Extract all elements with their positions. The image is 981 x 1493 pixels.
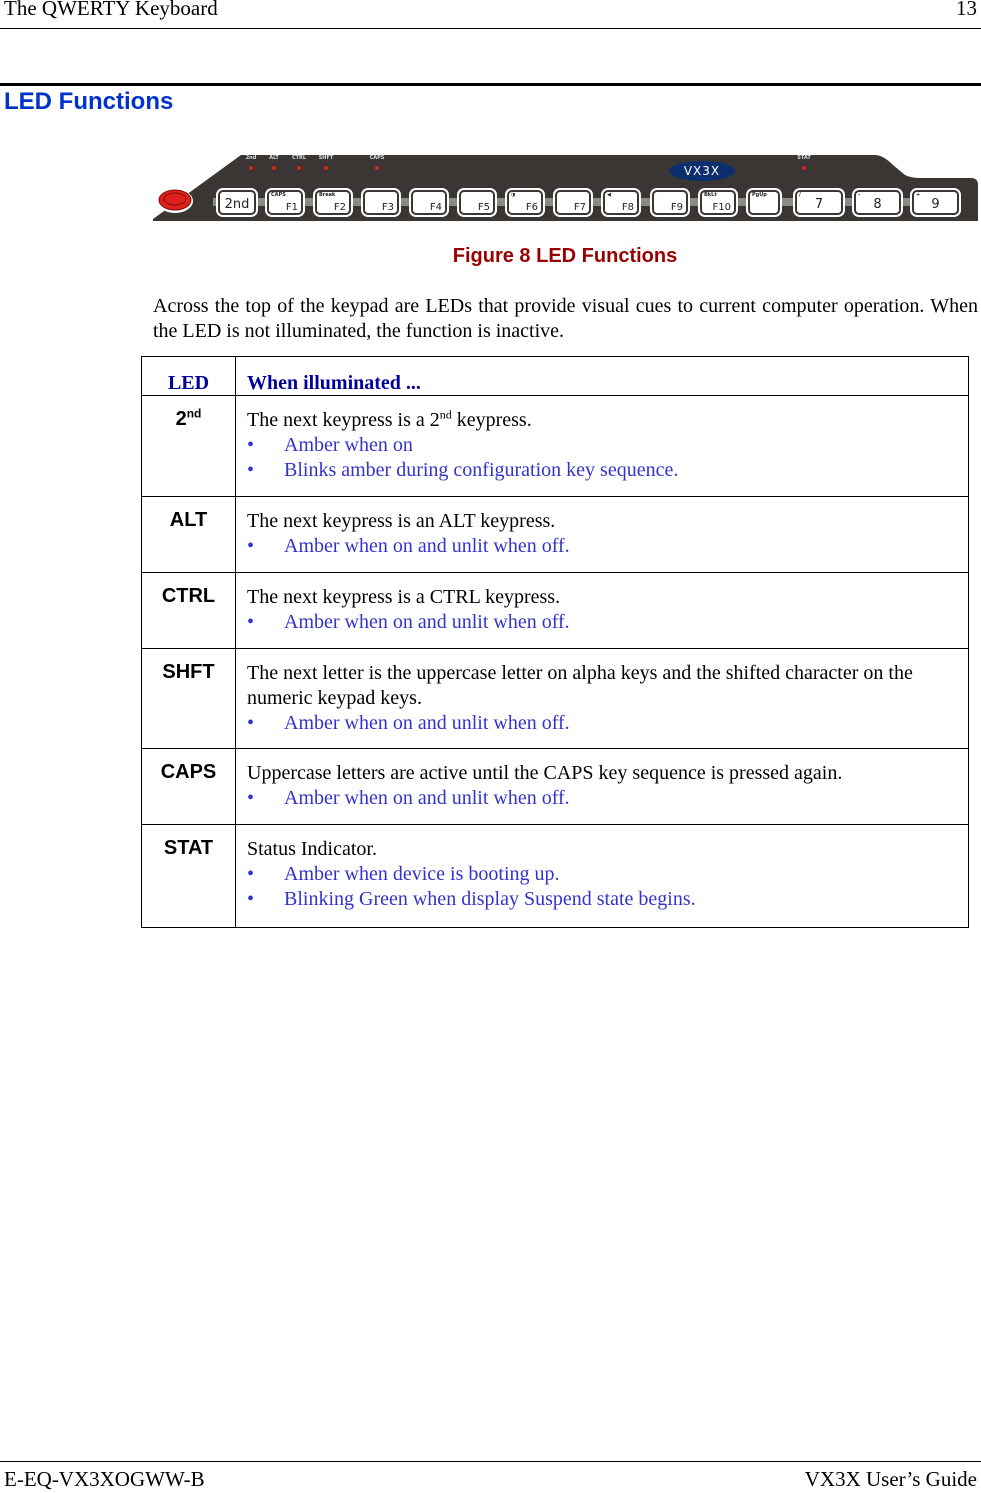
column-header-when-illuminated: When illuminated ... bbox=[235, 356, 969, 396]
led-label-2nd: 2nd bbox=[245, 155, 257, 161]
led-name: SHFT bbox=[141, 648, 236, 749]
header-divider bbox=[0, 28, 981, 29]
key-14: -8 bbox=[854, 190, 901, 215]
key-3: Break F2 bbox=[315, 190, 351, 215]
section-title: LED Functions bbox=[4, 88, 174, 115]
key-11: BkLt F10 bbox=[700, 190, 736, 215]
led-ctrl bbox=[297, 166, 301, 170]
table-row: CAPS Uppercase letters are active until … bbox=[141, 748, 969, 825]
key-main-label: F8 bbox=[621, 202, 634, 213]
list-item: Blinks amber during configuration key se… bbox=[247, 458, 958, 483]
led-description: The next keypress is an ALT keypress.Amb… bbox=[235, 496, 969, 573]
key-sub-label: + bbox=[916, 192, 921, 198]
led-stat bbox=[802, 166, 806, 170]
key-8: F7 bbox=[555, 190, 591, 215]
table-row: 2nd The next keypress is a 2nd keypress.… bbox=[141, 395, 969, 497]
key-1: 2nd bbox=[218, 190, 256, 215]
led-name: STAT bbox=[141, 824, 236, 928]
table-row: ALT The next keypress is an ALT keypress… bbox=[141, 496, 969, 573]
list-item: Amber when on bbox=[247, 433, 958, 458]
key-main-label: F5 bbox=[477, 202, 490, 213]
key-12: PgUp bbox=[748, 190, 780, 215]
table-row: CTRL The next keypress is a CTRL keypres… bbox=[141, 572, 969, 649]
key-15: +9 bbox=[912, 190, 959, 215]
section-divider bbox=[0, 83, 981, 86]
led-name: ALT bbox=[141, 496, 236, 573]
footer-divider bbox=[0, 1461, 981, 1462]
page-number: 13 bbox=[956, 0, 977, 20]
led-name: 2nd bbox=[141, 395, 236, 497]
key-main-label: 8 bbox=[873, 197, 882, 212]
led-label-ctrl: CTRL bbox=[291, 155, 307, 161]
key-10: F9 bbox=[652, 190, 688, 215]
key-main-label: F2 bbox=[333, 202, 346, 213]
key-main-label: 9 bbox=[931, 197, 940, 212]
led-functions-table: LED When illuminated ... 2nd The next ke… bbox=[141, 356, 969, 928]
table-header-row: LED When illuminated ... bbox=[141, 356, 969, 396]
key-6: F5 bbox=[459, 190, 495, 215]
key-main-label: F6 bbox=[525, 202, 538, 213]
led-2nd bbox=[249, 166, 253, 170]
key-sub-label: CAPS bbox=[271, 192, 286, 198]
running-header-title: The QWERTY Keyboard bbox=[4, 0, 218, 20]
list-item: Amber when on and unlit when off. bbox=[247, 534, 958, 559]
key-9: ◀ F8 bbox=[603, 190, 639, 215]
key-sub-label: BkLt bbox=[704, 192, 717, 198]
key-main-label: 7 bbox=[814, 197, 824, 212]
led-alt bbox=[272, 166, 276, 170]
key-main-label: F10 bbox=[712, 202, 731, 213]
key-7: ◑ F6 bbox=[507, 190, 543, 215]
table-row: STAT Status Indicator.Amber when device … bbox=[141, 824, 969, 928]
key-sub-label: Break bbox=[319, 192, 336, 198]
key-main-label: F9 bbox=[670, 202, 683, 213]
key-main-label: F1 bbox=[285, 202, 298, 213]
list-item: Amber when device is booting up. bbox=[247, 862, 958, 887]
key-13: /7 bbox=[795, 190, 843, 215]
led-description: The next keypress is a 2nd keypress. Amb… bbox=[235, 395, 969, 497]
led-description: Status Indicator.Amber when device is bo… bbox=[235, 824, 969, 928]
key-4: F3 bbox=[363, 190, 399, 215]
footer-document-id: E-EQ-VX3XOGWW-B bbox=[4, 1467, 205, 1491]
led-description: Uppercase letters are active until the C… bbox=[235, 748, 969, 825]
led-name: CAPS bbox=[141, 748, 236, 825]
key-sub-label: ◑ bbox=[511, 192, 516, 198]
led-label-shft: SHFT bbox=[318, 155, 334, 161]
footer-guide-title: VX3X User’s Guide bbox=[804, 1467, 977, 1491]
led-label-stat: STAT bbox=[797, 155, 811, 161]
intro-paragraph: Across the top of the keypad are LEDs th… bbox=[153, 295, 978, 342]
list-item: Amber when on and unlit when off. bbox=[247, 610, 958, 635]
keypad-figure: 2nd ALT CTRL SHFT CAPS STAT VX3X 2nd CAPS… bbox=[153, 153, 979, 223]
key-main-label: 2nd bbox=[224, 197, 250, 212]
led-shft bbox=[324, 166, 328, 170]
list-item: Amber when on and unlit when off. bbox=[247, 786, 958, 811]
key-sub-label: PgUp bbox=[752, 192, 767, 198]
led-caps bbox=[375, 166, 379, 170]
column-header-led: LED bbox=[141, 356, 236, 396]
key-5: F4 bbox=[411, 190, 447, 215]
key-sub-label: - bbox=[858, 192, 861, 198]
list-item: Blinking Green when display Suspend stat… bbox=[247, 887, 958, 912]
key-sub-label: ◀ bbox=[607, 192, 611, 198]
key-main-label: F3 bbox=[381, 202, 394, 213]
key-sub-label: / bbox=[799, 192, 801, 198]
led-label-caps: CAPS bbox=[369, 155, 385, 161]
list-item: Amber when on and unlit when off. bbox=[247, 711, 958, 736]
key-main-label: F4 bbox=[429, 202, 442, 213]
led-description: The next keypress is a CTRL keypress.Amb… bbox=[235, 572, 969, 649]
key-2: CAPS F1 bbox=[267, 190, 303, 215]
figure-caption: Figure 8 LED Functions bbox=[452, 245, 678, 267]
led-name: CTRL bbox=[141, 572, 236, 649]
vx3x-logo: VX3X bbox=[669, 161, 735, 181]
led-description: The next letter is the uppercase letter … bbox=[235, 648, 969, 749]
key-main-label: F7 bbox=[573, 202, 586, 213]
led-label-alt: ALT bbox=[269, 155, 279, 161]
table-row: SHFT The next letter is the uppercase le… bbox=[141, 648, 969, 749]
